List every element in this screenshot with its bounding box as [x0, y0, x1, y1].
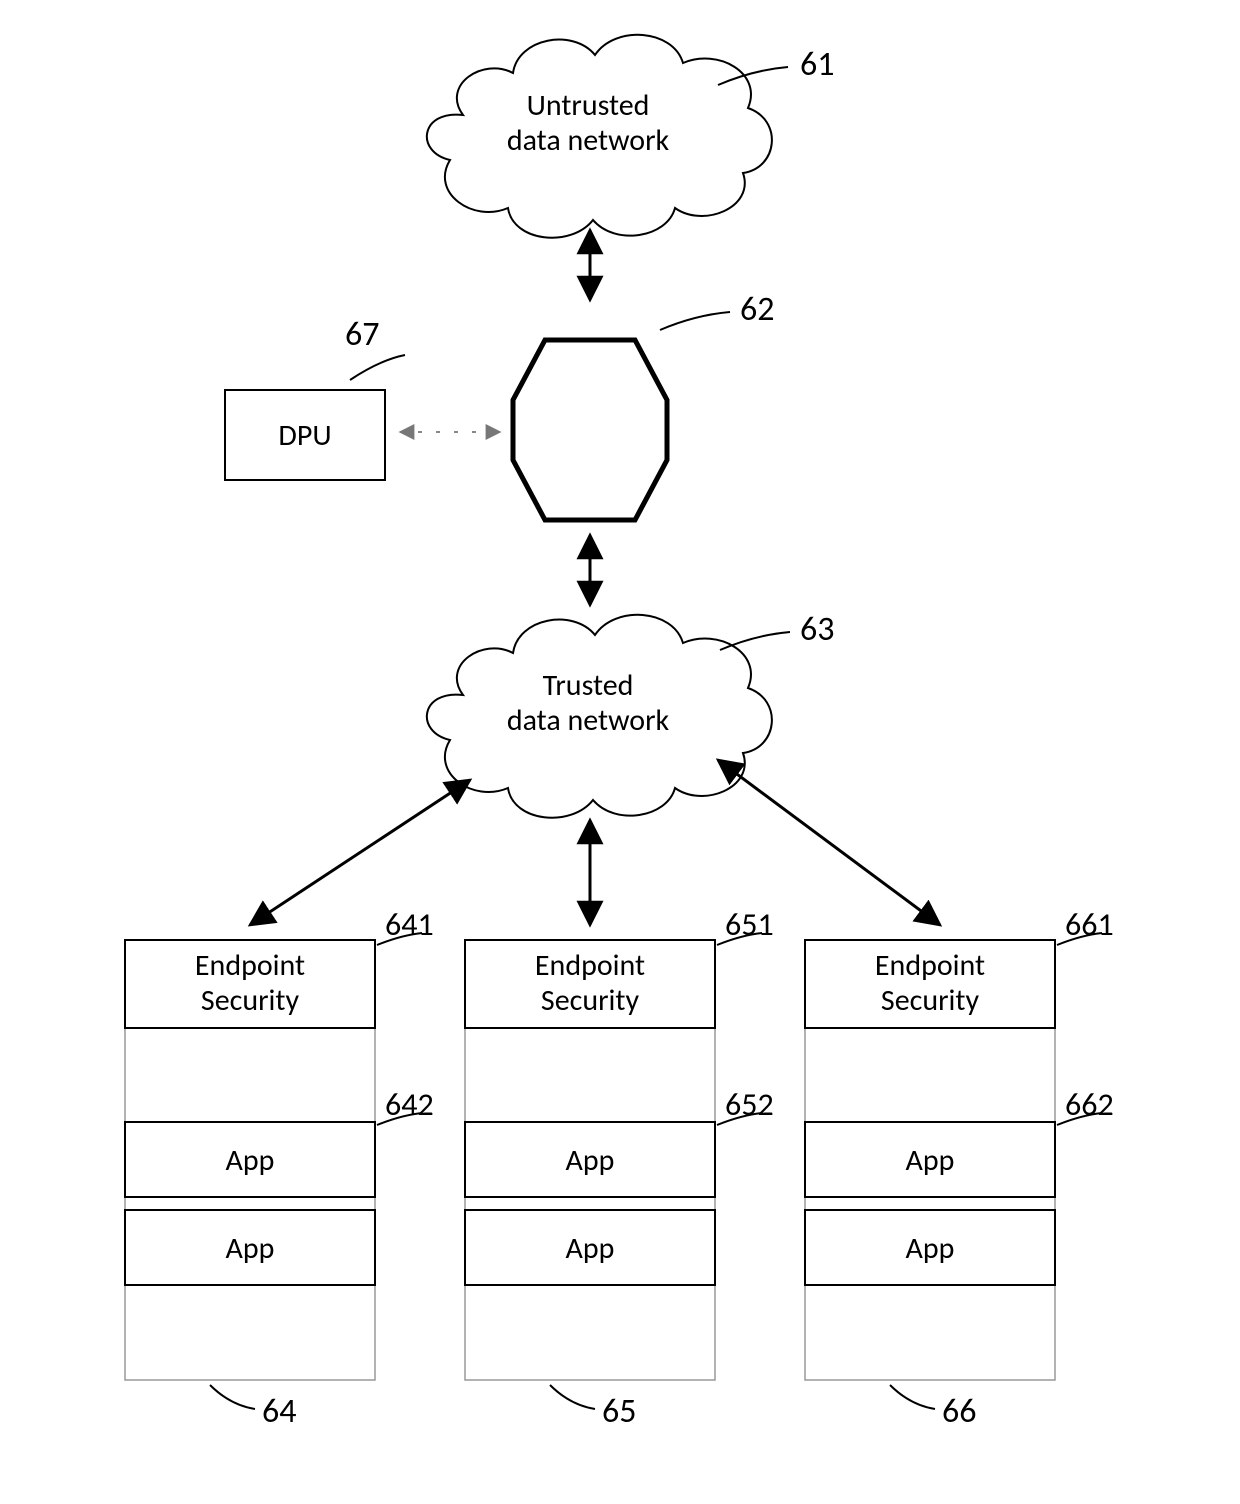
- stack-1-block-0-label-2: Security: [541, 982, 640, 1019]
- dpu-label: DPU: [278, 417, 331, 454]
- stack-1-block-2-label: App: [566, 1230, 615, 1267]
- reference-number-61: 61: [800, 44, 834, 85]
- cloud-trusted: Trusted data network: [427, 615, 772, 818]
- ref-leader-65: [550, 1385, 595, 1409]
- reference-number-65: 65: [602, 1391, 636, 1432]
- reference-number-642: 642: [385, 1085, 434, 1124]
- cloud-untrusted-label-1: Untrusted: [527, 87, 650, 124]
- reference-number-62: 62: [740, 289, 774, 330]
- cloud-trusted-label-1: Trusted: [543, 667, 634, 704]
- reference-number-63: 63: [800, 609, 834, 650]
- ref-leader-67: [350, 355, 405, 380]
- stack-0-block-2-label: App: [226, 1230, 275, 1267]
- stack-1: Endpoint Security App App: [465, 940, 715, 1380]
- reference-number-661: 661: [1065, 905, 1114, 944]
- ref-leader-66: [890, 1385, 935, 1409]
- stack-1-block-1-label: App: [566, 1142, 615, 1179]
- stack-0-block-0-label-2: Security: [201, 982, 300, 1019]
- ref-leader-62: [660, 312, 730, 330]
- cloud-untrusted: Untrusted data network: [427, 35, 772, 238]
- dpu-box: DPU: [225, 390, 385, 480]
- diagram: Untrusted data network 61 62 DPU 67 Trus…: [0, 0, 1240, 1504]
- reference-number-641: 641: [385, 905, 434, 944]
- stack-0: Endpoint Security App App: [125, 940, 375, 1380]
- hexagon-gateway: [513, 340, 667, 520]
- arrow-trusted-to-stack-0: [250, 780, 470, 925]
- reference-number-66: 66: [942, 1391, 976, 1432]
- cloud-untrusted-label-2: data network: [507, 122, 670, 159]
- stack-2: Endpoint Security App App: [805, 940, 1055, 1380]
- stack-2-block-1-label: App: [906, 1142, 955, 1179]
- cloud-trusted-label-2: data network: [507, 702, 670, 739]
- stack-0-block-1-label: App: [226, 1142, 275, 1179]
- reference-number-662: 662: [1065, 1085, 1114, 1124]
- stack-2-block-2-label: App: [906, 1230, 955, 1267]
- stack-2-block-0-label-2: Security: [881, 982, 980, 1019]
- reference-number-67: 67: [345, 314, 379, 355]
- arrow-trusted-to-stack-2: [718, 760, 940, 925]
- stack-2-block-0-label-1: Endpoint: [875, 947, 985, 984]
- stack-0-block-0-label-1: Endpoint: [195, 947, 305, 984]
- stack-1-block-0-label-1: Endpoint: [535, 947, 645, 984]
- reference-number-652: 652: [725, 1085, 774, 1124]
- reference-number-64: 64: [262, 1391, 296, 1432]
- reference-number-651: 651: [725, 905, 774, 944]
- ref-leader-64: [210, 1385, 255, 1409]
